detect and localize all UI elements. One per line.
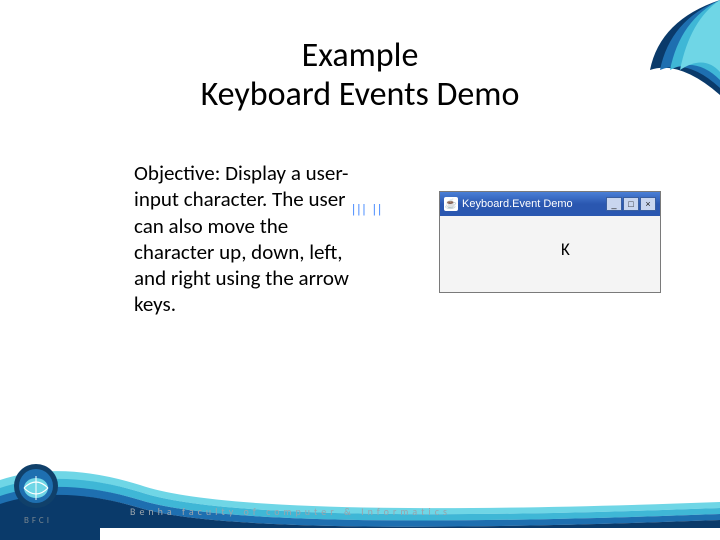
window-titlebar: ☕ Keyboard.Event Demo _ □ × xyxy=(440,192,660,216)
slide: Example Keyboard Events Demo Objective: … xyxy=(0,0,720,540)
java-icon: ☕ xyxy=(444,197,458,211)
slide-body-text: Objective: Display a user-input characte… xyxy=(134,160,364,318)
close-button[interactable]: × xyxy=(640,197,656,211)
keyboard-demo-window: ☕ Keyboard.Event Demo _ □ × K xyxy=(440,192,660,292)
maximize-button[interactable]: □ xyxy=(623,197,639,211)
decorative-footer-swoosh xyxy=(0,430,720,540)
slide-title: Example Keyboard Events Demo xyxy=(0,36,720,114)
footer-text: Benha faculty of computer & Informatics xyxy=(130,505,451,518)
title-line-1: Example xyxy=(302,35,419,76)
bfci-label: BFCI xyxy=(10,515,66,526)
minimize-button[interactable]: _ xyxy=(606,197,622,211)
window-canvas[interactable]: K xyxy=(440,216,660,292)
title-line-2: Keyboard Events Demo xyxy=(201,74,520,115)
displayed-character: K xyxy=(561,239,570,260)
window-buttons: _ □ × xyxy=(606,197,656,211)
window-title: Keyboard.Event Demo xyxy=(462,198,602,210)
bfci-logo-icon xyxy=(12,462,60,510)
image-selection-handles: ||| || xyxy=(350,204,381,217)
java-icon-glyph: ☕ xyxy=(445,199,457,210)
